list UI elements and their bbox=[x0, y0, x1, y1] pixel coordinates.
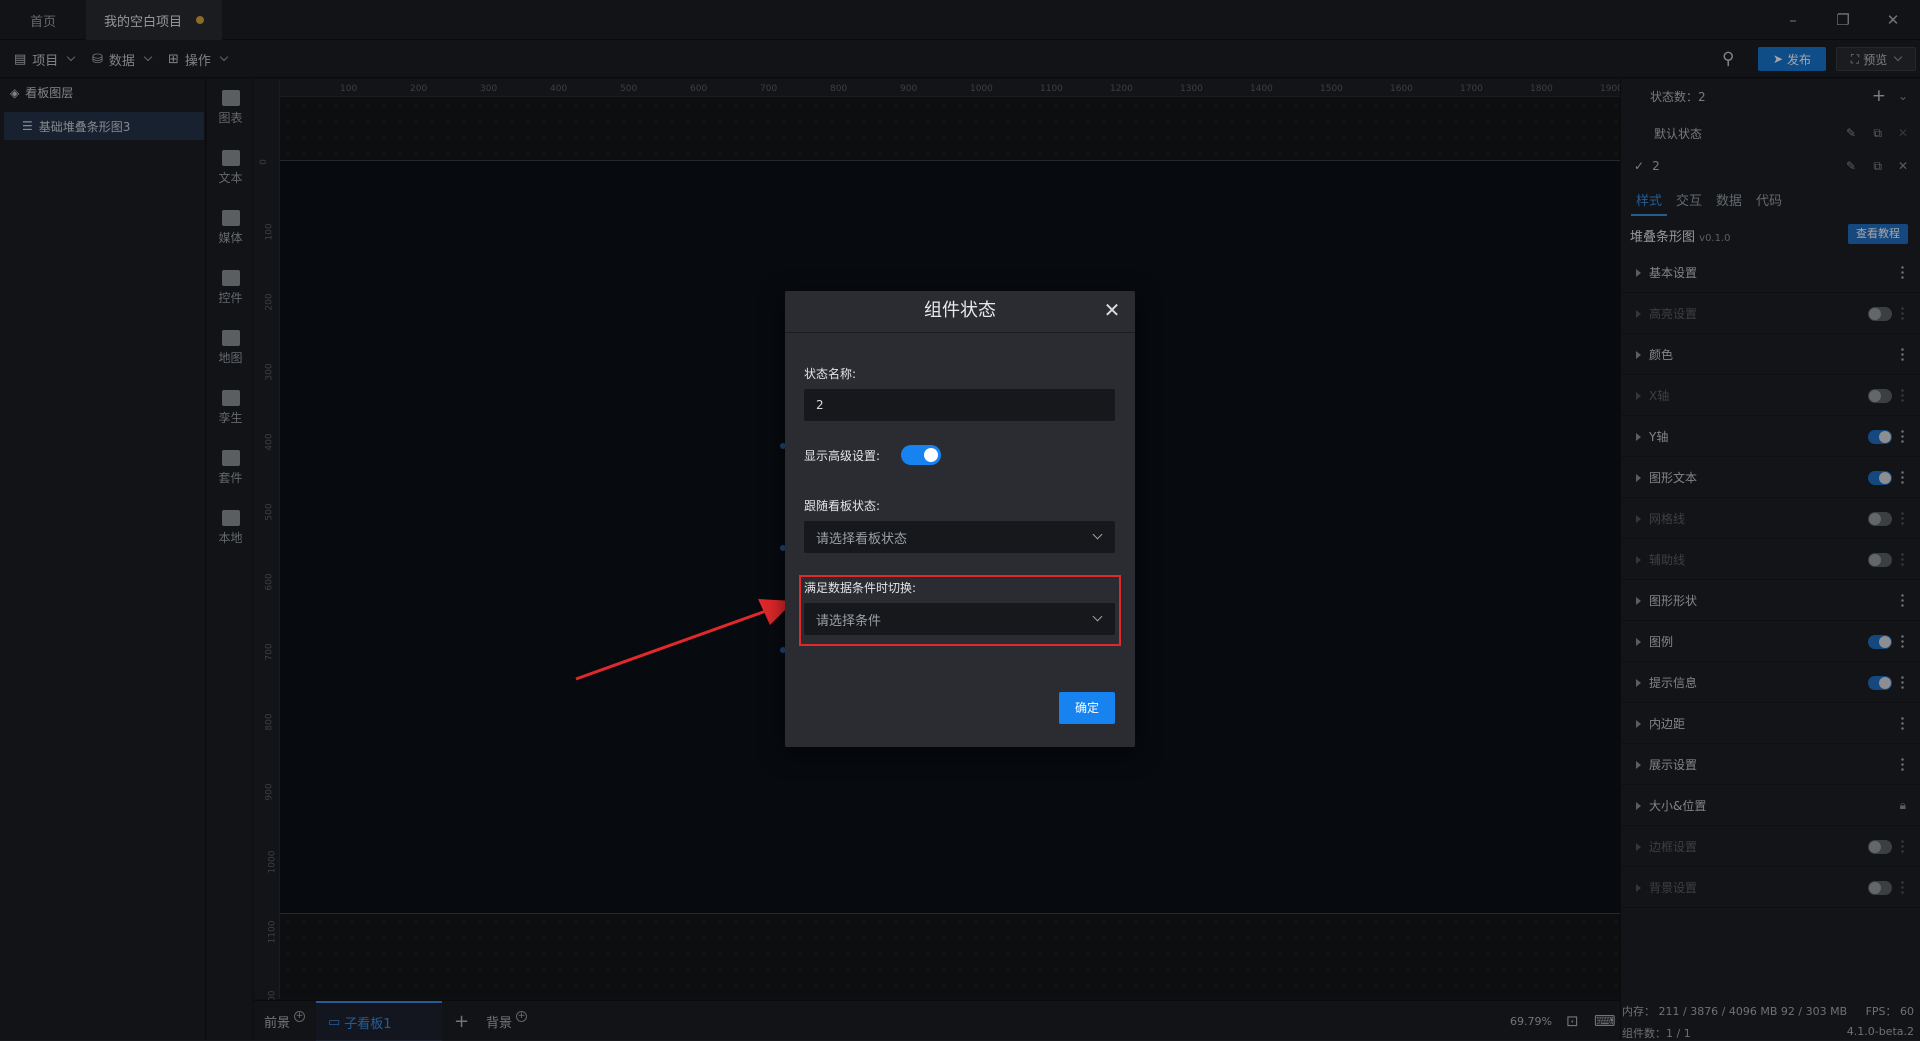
confirm-label: 确定 bbox=[1074, 701, 1099, 715]
dialog-title: 组件状态 bbox=[785, 291, 1135, 333]
close-icon[interactable]: ✕ bbox=[1101, 299, 1123, 321]
confirm-button[interactable]: 确定 bbox=[1059, 692, 1115, 724]
state-name-input[interactable]: 2 bbox=[804, 389, 1115, 421]
advanced-settings-label: 显示高级设置: bbox=[804, 449, 881, 463]
state-name-label: 状态名称: bbox=[804, 367, 857, 381]
follow-board-state-label: 跟随看板状态: bbox=[804, 499, 881, 513]
follow-board-state-placeholder: 请选择看板状态 bbox=[816, 531, 908, 547]
arrow-line bbox=[575, 609, 767, 681]
chevron-down-icon bbox=[1092, 611, 1103, 622]
data-condition-select[interactable]: 请选择条件 bbox=[804, 603, 1115, 635]
data-condition-label: 满足数据条件时切换: bbox=[804, 581, 917, 595]
dialog-title-label: 组件状态 bbox=[924, 300, 996, 321]
state-name-value: 2 bbox=[816, 398, 824, 412]
data-condition-placeholder: 请选择条件 bbox=[816, 613, 882, 629]
advanced-settings-toggle[interactable] bbox=[901, 445, 941, 465]
component-state-dialog: 组件状态 ✕ 状态名称: 2 显示高级设置: 跟随看板状态: 请选择看板状态 满… bbox=[785, 291, 1135, 747]
follow-board-state-select[interactable]: 请选择看板状态 bbox=[804, 521, 1115, 553]
chevron-down-icon bbox=[1092, 529, 1103, 540]
annotation-arrow bbox=[575, 599, 794, 681]
